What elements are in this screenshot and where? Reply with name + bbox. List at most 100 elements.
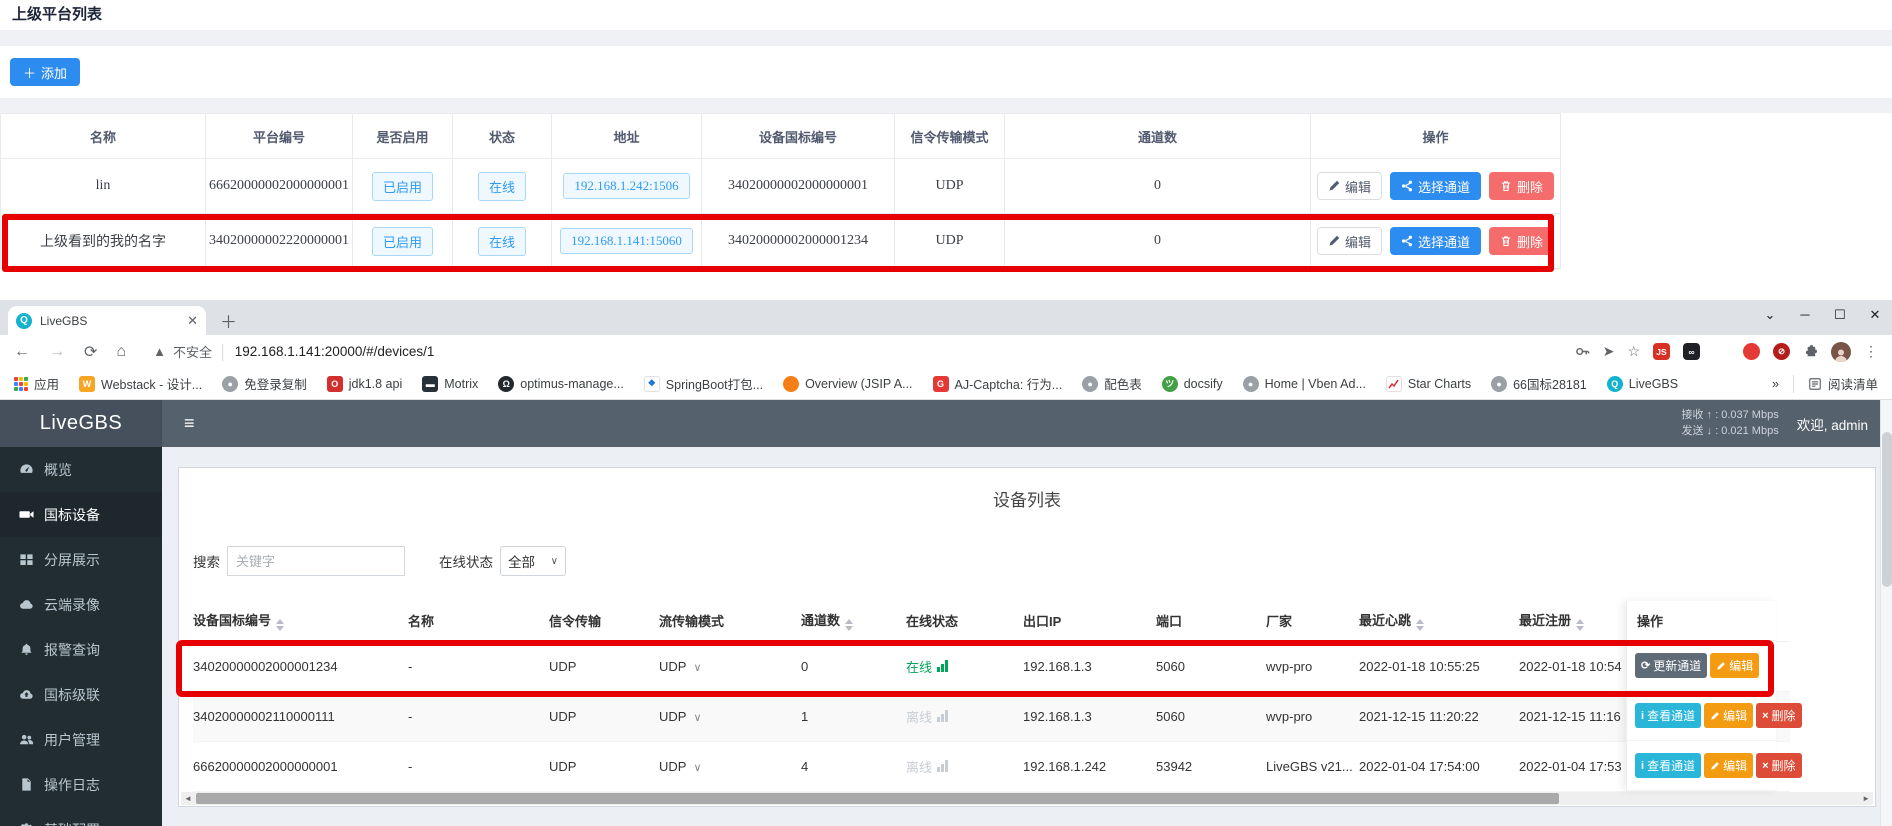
security-label[interactable]: 不安全 <box>173 342 212 361</box>
horizontal-scrollbar[interactable]: ◄ ► <box>181 792 1873 805</box>
cell-platform-id: 66620000002000000001 <box>206 159 353 214</box>
browser-toolbar: ← → ⟳ ⌂ ▲ 不安全 │ 192.168.1.141:20000/#/de… <box>0 335 1892 368</box>
cell-stream-mode[interactable]: UDP∨ <box>659 741 801 791</box>
vertical-scrollbar[interactable] <box>1880 400 1892 826</box>
bookmark-livegbs[interactable]: QLiveGBS <box>1607 376 1678 392</box>
pencil-icon <box>1710 761 1720 771</box>
ext-adblock-icon[interactable] <box>1743 343 1760 360</box>
sidebar-item-gb-devices[interactable]: 国标设备 <box>0 492 162 537</box>
bookmark-motrix[interactable]: ▬Motrix <box>422 376 478 392</box>
send-icon[interactable]: ➤ <box>1603 343 1615 360</box>
info-icon: i <box>1641 760 1644 772</box>
scrollbar-thumb[interactable] <box>1882 432 1892 587</box>
select-channel-button[interactable]: 选择通道 <box>1390 172 1481 200</box>
sidebar-item-split-screen[interactable]: 分屏展示 <box>0 537 162 582</box>
sort-icon <box>845 619 853 631</box>
caret-down-icon: ∨ <box>693 712 701 724</box>
bookmark-optimus[interactable]: Ωoptimus-manage... <box>498 376 624 392</box>
bookmarks-overflow-chevron[interactable]: » <box>1772 377 1779 391</box>
sidebar: LiveGBS 概览 国标设备 分屏展示 云端录像 <box>0 400 162 826</box>
window-minimize-icon[interactable]: ─ <box>1798 307 1812 323</box>
forward-icon[interactable]: → <box>49 343 65 361</box>
edit-button[interactable]: 编辑 <box>1317 172 1382 200</box>
browser-tab[interactable]: Q LiveGBS ✕ <box>8 306 206 335</box>
bookmarks-bar: 应用 WWebstack - 设计... ●免登录复制 Ojdk1.8 api … <box>0 368 1892 400</box>
sidebar-item-cloud-record[interactable]: 云端录像 <box>0 582 162 627</box>
col-device-gb-id[interactable]: 设备国标编号 <box>193 601 408 641</box>
cell-stream-mode[interactable]: UDP∨ <box>659 691 801 741</box>
online-status-link[interactable]: 离线 <box>906 707 948 726</box>
jsip-favicon-icon <box>783 376 799 392</box>
device-row: 66620000002000000001 - UDP UDP∨ 4 离线 192… <box>193 741 1790 791</box>
scrollbar-thumb[interactable] <box>196 793 1559 804</box>
springboot-favicon-icon: ❖ <box>644 376 660 392</box>
bookmark-apps[interactable]: 应用 <box>14 374 59 393</box>
tab-close-icon[interactable]: ✕ <box>187 313 198 329</box>
cell-transport: UDP <box>549 741 659 791</box>
cell-channels: 1 <box>801 691 906 741</box>
delete-button[interactable]: 删除 <box>1489 172 1554 200</box>
reading-list-button[interactable]: 阅读清单 <box>1808 374 1878 393</box>
sidebar-item-basic-config[interactable]: 基础配置 <box>0 807 162 826</box>
sidebar-item-overview[interactable]: 概览 <box>0 447 162 492</box>
window-maximize-icon[interactable]: ☐ <box>1833 307 1847 323</box>
hamburger-menu-icon[interactable]: ≡ <box>184 413 195 434</box>
view-channels-button[interactable]: i查看通道 <box>1635 753 1701 778</box>
add-platform-button[interactable]: ＋ 添加 <box>10 58 80 86</box>
net-recv: 接收 ↑ : 0.037 Mbps <box>1682 408 1779 424</box>
col-device-id: 设备国标编号 <box>702 114 895 159</box>
ext-infinity-icon[interactable]: ∞ <box>1683 343 1700 360</box>
bookmark-jdk-api[interactable]: Ojdk1.8 api <box>327 376 403 392</box>
scroll-left-icon[interactable]: ◄ <box>184 793 192 804</box>
sidebar-item-alarm-query[interactable]: 报警查询 <box>0 627 162 672</box>
sort-icon <box>1416 619 1424 631</box>
col-stream-mode: 流传输模式 <box>659 601 801 641</box>
online-status-link[interactable]: 离线 <box>906 757 948 776</box>
edit-button[interactable]: 编辑 <box>1704 703 1753 728</box>
view-channels-button[interactable]: i查看通道 <box>1635 703 1701 728</box>
bookmark-vben[interactable]: ●Home | Vben Ad... <box>1243 376 1366 392</box>
extensions-puzzle-icon[interactable] <box>1803 344 1818 359</box>
bookmark-jsip[interactable]: Overview (JSIP A... <box>783 376 912 392</box>
new-tab-button[interactable]: ＋ <box>220 308 237 333</box>
welcome-user[interactable]: 欢迎, admin <box>1797 414 1868 434</box>
close-icon: × <box>1762 710 1768 722</box>
window-restore-icon[interactable]: ⌄ <box>1763 307 1777 323</box>
bookmark-ajcaptcha[interactable]: GAJ-Captcha: 行为... <box>933 374 1063 393</box>
col-last-heartbeat[interactable]: 最近心跳 <box>1359 601 1519 641</box>
cloud-upload-icon <box>18 687 34 702</box>
delete-button[interactable]: ×删除 <box>1756 703 1801 728</box>
sidebar-item-gb-cascade[interactable]: 国标级联 <box>0 672 162 717</box>
bookmarks-divider <box>1793 375 1794 393</box>
bookmark-starcharts[interactable]: Star Charts <box>1386 376 1471 392</box>
window-close-icon[interactable]: ✕ <box>1868 307 1882 323</box>
sidebar-item-user-management[interactable]: 用户管理 <box>0 717 162 762</box>
delete-button[interactable]: ×删除 <box>1756 753 1801 778</box>
bookmark-webstack[interactable]: WWebstack - 设计... <box>79 374 202 393</box>
bookmark-copy[interactable]: ●免登录复制 <box>222 374 307 393</box>
back-icon[interactable]: ← <box>14 343 30 361</box>
bookmark-springboot[interactable]: ❖SpringBoot打包... <box>644 374 763 393</box>
add-button-label: 添加 <box>41 63 67 82</box>
home-icon[interactable]: ⌂ <box>116 343 126 361</box>
key-icon[interactable] <box>1575 344 1590 359</box>
scroll-right-icon[interactable]: ► <box>1862 793 1870 804</box>
bookmark-star-icon[interactable]: ☆ <box>1627 343 1640 360</box>
bookmark-palette[interactable]: ●配色表 <box>1082 374 1142 393</box>
bookmark-docsify[interactable]: ツdocsify <box>1162 376 1223 392</box>
ext-fehelper-icon[interactable] <box>1713 343 1730 360</box>
search-input[interactable] <box>227 546 405 576</box>
online-status-select[interactable]: 全部 ∨ <box>500 546 566 576</box>
bookmark-gb28181[interactable]: ●66国标28181 <box>1491 374 1587 393</box>
profile-avatar[interactable] <box>1831 342 1851 362</box>
col-name: 名称 <box>1 114 206 159</box>
address-bar[interactable]: ▲ 不安全 │ 192.168.1.141:20000/#/devices/1 <box>153 342 1563 361</box>
browser-menu-icon[interactable]: ⋮ <box>1864 343 1878 360</box>
url-text[interactable]: 192.168.1.141:20000/#/devices/1 <box>235 344 435 359</box>
ext-js-icon[interactable]: JS <box>1653 343 1670 360</box>
edit-button[interactable]: 编辑 <box>1704 753 1753 778</box>
ext-shield-icon[interactable]: ⊘ <box>1773 343 1790 360</box>
reload-icon[interactable]: ⟳ <box>84 342 97 362</box>
sidebar-item-operation-log[interactable]: 操作日志 <box>0 762 162 807</box>
col-channel-count[interactable]: 通道数 <box>801 601 906 641</box>
